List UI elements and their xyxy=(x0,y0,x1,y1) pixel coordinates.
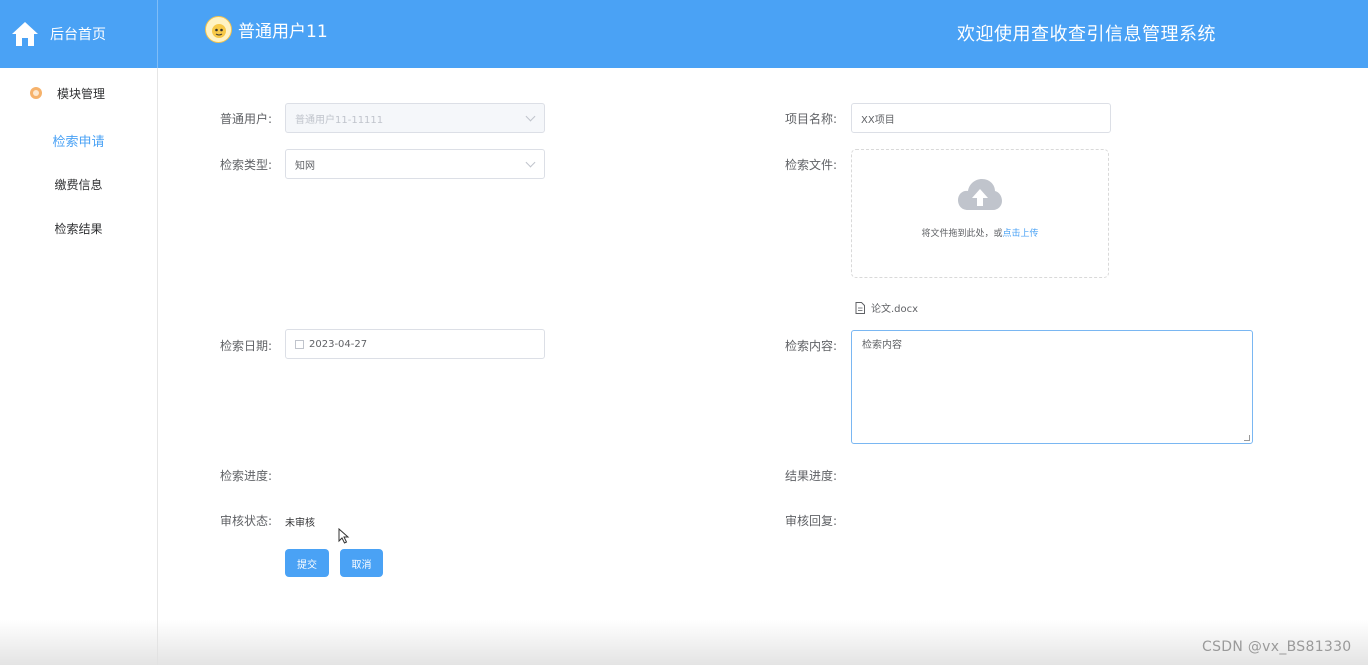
uploaded-file-name: 论文.docx xyxy=(871,304,919,315)
sidebar-item-search-results[interactable]: 检索结果 xyxy=(0,206,157,250)
search-content-label: 检索内容: xyxy=(785,339,838,353)
search-date-label: 检索日期: xyxy=(220,339,273,353)
submit-button[interactable]: 提交 xyxy=(285,549,329,577)
home-icon xyxy=(12,22,38,46)
bottom-fade xyxy=(0,620,1368,665)
uploaded-file-item[interactable]: 论文.docx xyxy=(855,300,918,315)
review-status-label: 审核状态: xyxy=(220,514,273,528)
system-title: 欢迎使用查收查引信息管理系统 xyxy=(957,24,1216,45)
upload-hint: 将文件拖到此处，或点击上传 xyxy=(921,226,1038,239)
search-date-value: 2023-04-27 xyxy=(309,338,368,350)
avatar-icon xyxy=(211,23,226,38)
project-name-value: XX项目 xyxy=(861,114,895,126)
calendar-icon xyxy=(295,339,304,349)
search-date-picker[interactable]: 2023-04-27 xyxy=(285,329,545,359)
top-header: 后台首页 普通用户11 欢迎使用查收查引信息管理系统 xyxy=(0,0,1368,68)
user-area: 普通用户11 xyxy=(205,16,328,43)
home-label: 后台首页 xyxy=(50,27,106,43)
main-form: 普通用户: 普通用户11-11111 项目名称: XX项目 检索类型: 知网 检… xyxy=(162,72,1368,665)
search-type-label: 检索类型: xyxy=(220,158,273,172)
result-progress-label: 结果进度: xyxy=(785,469,838,483)
project-name-input[interactable]: XX项目 xyxy=(851,103,1111,133)
search-progress-label: 检索进度: xyxy=(220,469,273,483)
chevron-down-icon xyxy=(525,111,536,122)
gear-icon xyxy=(30,87,42,99)
user-label: 普通用户: xyxy=(220,112,273,126)
search-type-value: 知网 xyxy=(295,160,315,172)
upload-cloud-icon xyxy=(958,179,1002,210)
upload-link[interactable]: 点击上传 xyxy=(1003,229,1039,239)
sidebar-group-label: 模块管理 xyxy=(57,86,106,101)
user-select[interactable]: 普通用户11-11111 xyxy=(285,103,545,133)
file-upload-dropzone[interactable]: 将文件拖到此处，或点击上传 xyxy=(851,149,1109,278)
watermark: CSDN @vx_BS81330 xyxy=(1202,639,1352,655)
chevron-down-icon xyxy=(525,157,536,168)
home-link[interactable]: 后台首页 xyxy=(0,0,158,68)
search-content-value: 检索内容 xyxy=(862,340,902,351)
sidebar: 模块管理 检索申请 缴费信息 检索结果 xyxy=(0,68,158,665)
document-icon xyxy=(855,301,865,314)
user-select-value: 普通用户11-11111 xyxy=(295,114,384,126)
avatar xyxy=(205,16,232,43)
review-reply-label: 审核回复: xyxy=(785,514,838,528)
search-content-textarea[interactable]: 检索内容 xyxy=(851,330,1253,444)
sidebar-item-payment-info[interactable]: 缴费信息 xyxy=(0,162,157,206)
resize-handle-icon[interactable] xyxy=(1244,435,1250,441)
sidebar-item-search-request[interactable]: 检索申请 xyxy=(0,118,157,162)
project-label: 项目名称: xyxy=(785,112,838,126)
cancel-button[interactable]: 取消 xyxy=(340,549,383,577)
search-type-select[interactable]: 知网 xyxy=(285,149,545,179)
review-status-value: 未审核 xyxy=(285,518,315,529)
mouse-cursor-icon xyxy=(338,528,350,544)
sidebar-group-module-management[interactable]: 模块管理 xyxy=(0,68,157,118)
search-file-label: 检索文件: xyxy=(785,158,838,172)
user-name: 普通用户11 xyxy=(238,22,328,42)
upload-hint-text: 将文件拖到此处，或 xyxy=(921,229,1003,239)
